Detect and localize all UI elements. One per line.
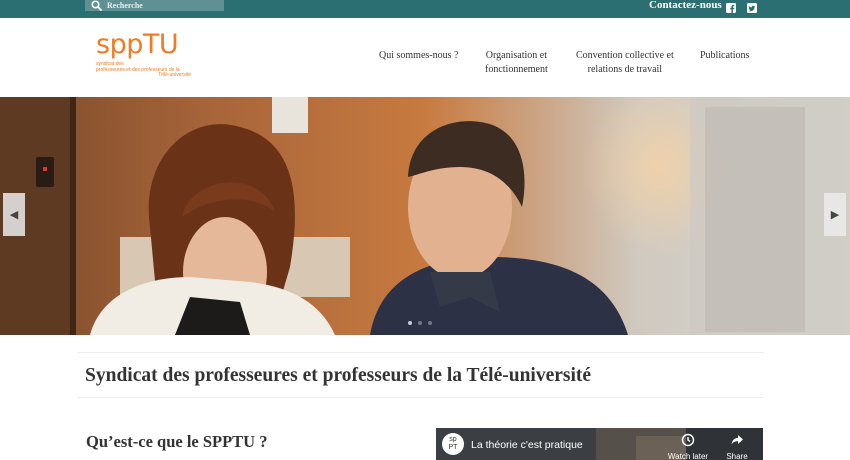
nav-item-label: Qui sommes-nous ? [379,50,459,61]
channel-logo-icon: sp PT [448,436,458,451]
chevron-left-icon: ◀ [9,208,19,221]
twitter-icon[interactable] [747,0,757,13]
hero-slide-image [0,97,850,335]
carousel-dot[interactable] [418,321,422,325]
share-button[interactable]: Share [722,433,752,460]
carousel-dot[interactable] [408,321,412,325]
nav-item-label: Convention collective et [576,50,674,61]
chevron-right-icon: ▶ [830,208,840,221]
video-embed[interactable]: sp PT La théorie c'est pratique Watch lat… [436,428,763,460]
carousel-prev-button[interactable]: ◀ [3,193,25,236]
channel-avatar[interactable]: sp PT [442,433,464,455]
logo-tagline: syndicat des professeures et des profess… [96,61,196,79]
nav-item-label: Organisation et [485,50,547,61]
carousel-next-button[interactable]: ▶ [824,193,846,236]
section-title: Qu’est-ce que le SPPTU ? [86,432,268,451]
watch-later-button[interactable]: Watch later [664,433,712,460]
top-bar: Contactez-nous [0,0,850,18]
share-icon [731,435,743,445]
page-title-box: Syndicat des professeures et professeurs… [78,352,764,398]
hero-carousel[interactable]: ◀ ▶ [0,97,850,335]
site-header: sppTU syndicat des professeures et des p… [0,18,850,97]
clock-icon [681,433,695,447]
nav-item-publications[interactable]: Publications [700,49,749,63]
search-input[interactable] [103,0,213,11]
nav-item-convention[interactable]: Convention collective et relations de tr… [576,49,674,76]
logo-tagline-line: Télé-université [158,72,191,79]
nav-item-label: relations de travail [587,63,663,75]
logo-wordmark: sppTU [96,29,179,60]
watch-later-label: Watch later [667,452,709,460]
nav-item-label: Publications [700,50,750,61]
carousel-dot[interactable] [428,321,432,325]
page-title: Syndicat des professeures et professeurs… [85,365,592,386]
carousel-indicators [408,321,432,325]
contact-link[interactable]: Contactez-nous [649,0,722,11]
nav-item-organisation[interactable]: Organisation et fonctionnement [485,49,548,76]
nav-item-qui-sommes-nous[interactable]: Qui sommes-nous ? [379,49,458,63]
search-icon[interactable] [91,0,103,11]
nav-item-label: fonctionnement [485,63,548,75]
share-label: Share [726,452,748,460]
search-box[interactable] [85,0,224,11]
site-logo[interactable]: sppTU syndicat des professeures et des p… [96,31,196,79]
video-title[interactable]: La théorie c'est pratique [471,439,583,451]
facebook-icon[interactable] [726,0,736,14]
